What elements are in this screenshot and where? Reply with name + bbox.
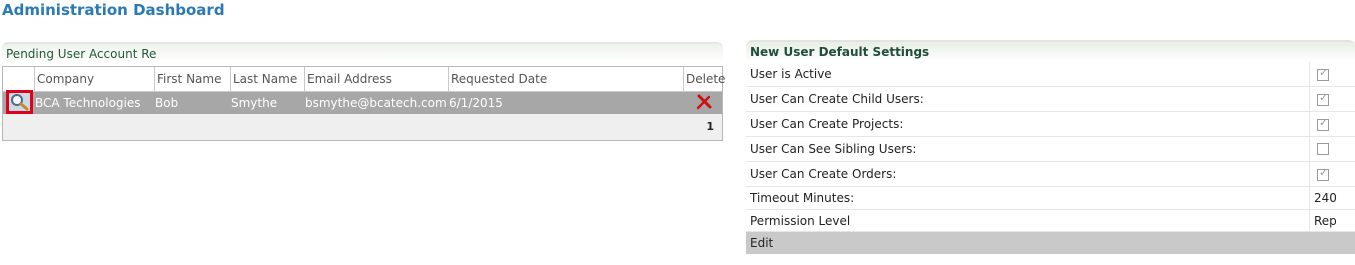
setting-row-timeout: Timeout Minutes: 240	[746, 187, 1355, 210]
page-title: Administration Dashboard	[2, 1, 225, 19]
setting-label: Permission Level	[750, 214, 851, 228]
cell-first-name: Bob	[155, 96, 179, 110]
edit-button[interactable]: Edit	[750, 232, 773, 254]
checkbox-create-child-users[interactable]	[1317, 91, 1329, 106]
cell-email: bsmythe@bcatech.com	[305, 96, 447, 110]
view-request-button[interactable]	[6, 90, 33, 114]
setting-label: User is Active	[750, 67, 832, 81]
delete-button[interactable]	[696, 94, 712, 110]
setting-row-permission-level: Permission Level Rep	[746, 210, 1355, 232]
settings-edit-bar: Edit	[746, 232, 1355, 254]
setting-label: User Can Create Child Users:	[750, 92, 924, 106]
setting-row-create-orders: User Can Create Orders:	[746, 162, 1355, 187]
magnifier-icon	[11, 94, 29, 111]
header-delete: Delete	[683, 67, 725, 91]
pending-panel-title: Pending User Account Re	[2, 42, 723, 62]
header-company[interactable]: Company	[34, 67, 154, 91]
setting-row-user-active: User is Active	[746, 62, 1355, 87]
checkbox-see-sibling-users[interactable]	[1317, 143, 1329, 155]
header-last-name[interactable]: Last Name	[230, 67, 304, 91]
red-x-icon	[696, 94, 712, 110]
setting-row-child-users: User Can Create Child Users:	[746, 87, 1355, 112]
grid-header-row: Company First Name Last Name Email Addre…	[3, 67, 725, 92]
header-first-name[interactable]: First Name	[154, 67, 230, 91]
setting-label: Timeout Minutes:	[750, 191, 855, 205]
header-view-cell	[3, 67, 34, 91]
cell-company: BCA Technologies	[35, 96, 141, 110]
header-email[interactable]: Email Address	[304, 67, 448, 91]
grid-pager-row: 1	[3, 114, 722, 140]
settings-panel-title: New User Default Settings	[746, 40, 1355, 62]
table-row[interactable]: BCA Technologies Bob Smythe bsmythe@bcat…	[3, 92, 722, 114]
cell-requested-date: 6/1/2015	[449, 96, 503, 110]
pending-requests-grid: Company First Name Last Name Email Addre…	[2, 66, 725, 141]
setting-row-create-projects: User Can Create Projects:	[746, 112, 1355, 137]
setting-row-see-siblings: User Can See Sibling Users:	[746, 137, 1355, 162]
default-settings-panel: New User Default Settings User is Active…	[746, 40, 1355, 265]
timeout-minutes-value: 240	[1314, 191, 1337, 205]
pager-current-page[interactable]: 1	[706, 114, 714, 140]
pending-requests-panel: Pending User Account Re Company First Na…	[2, 42, 725, 141]
cell-last-name: Smythe	[231, 96, 278, 110]
setting-label: User Can Create Projects:	[750, 117, 904, 131]
setting-label: User Can Create Orders:	[750, 167, 897, 181]
permission-level-value: Rep	[1314, 214, 1337, 228]
checkbox-create-orders[interactable]	[1317, 166, 1329, 181]
checkbox-user-active[interactable]	[1317, 66, 1329, 81]
header-requested-date[interactable]: Requested Date	[448, 67, 683, 91]
setting-label: User Can See Sibling Users:	[750, 142, 917, 156]
checkbox-create-projects[interactable]	[1317, 116, 1329, 131]
